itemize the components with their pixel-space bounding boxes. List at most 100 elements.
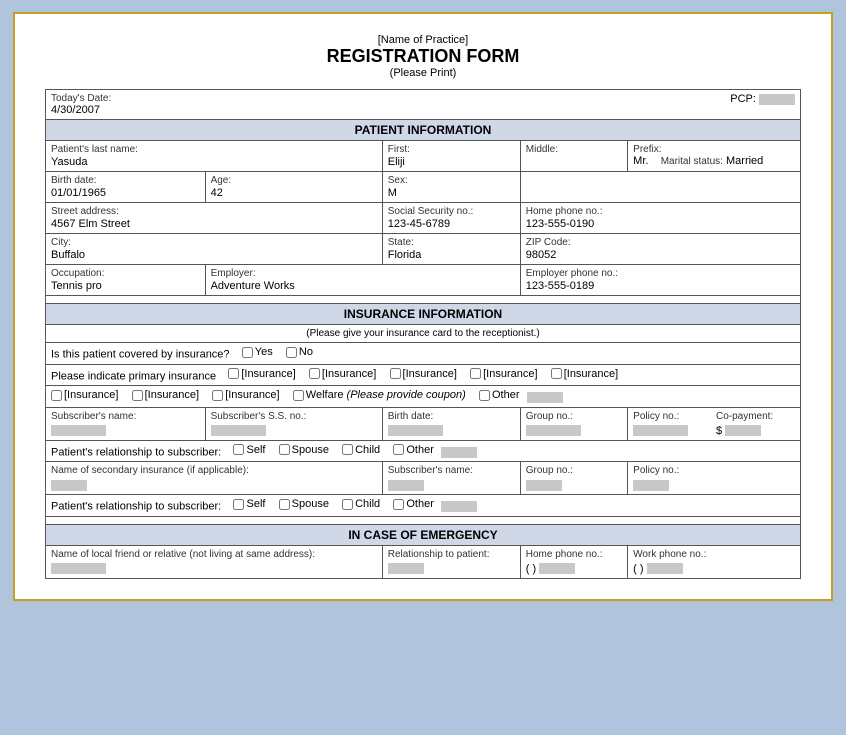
group-no2-label: Group no.: xyxy=(526,465,622,476)
relationship-label: Patient's relationship to subscriber: xyxy=(51,446,221,458)
ins-chk-4[interactable] xyxy=(470,368,481,379)
insurance-header: INSURANCE INFORMATION xyxy=(46,304,801,325)
child2-checkbox[interactable] xyxy=(342,499,353,510)
no-checkbox[interactable] xyxy=(286,347,297,358)
emergency-work-format: ( ) xyxy=(633,563,643,575)
street-value: 4567 Elm Street xyxy=(51,218,377,230)
group-no-box xyxy=(526,425,581,436)
spacer-row xyxy=(46,296,801,304)
spouse2-label: Spouse xyxy=(292,498,329,510)
last-name-value: Yasuda xyxy=(51,156,377,168)
welfare-label: Welfare xyxy=(306,389,344,401)
emergency-name-box xyxy=(51,563,106,574)
zip-value: 98052 xyxy=(526,249,795,261)
age-label: Age: xyxy=(211,175,377,186)
state-value: Florida xyxy=(388,249,515,261)
other-value-box xyxy=(527,392,563,403)
other2-label: Other xyxy=(406,444,434,456)
emergency-header-row: IN CASE OF EMERGENCY xyxy=(46,524,801,545)
covered-row: Is this patient covered by insurance? Ye… xyxy=(46,343,801,365)
other2-checkbox-item[interactable]: Other xyxy=(393,444,434,456)
relationship-row2: Patient's relationship to subscriber: Se… xyxy=(46,495,801,517)
no-checkbox-item[interactable]: No xyxy=(286,346,313,358)
pcp-value xyxy=(759,94,795,105)
state-label: State: xyxy=(388,237,515,248)
secondary-box xyxy=(51,480,87,491)
policy-no2-box xyxy=(633,480,669,491)
primary-insurance-row: Please indicate primary insurance [Insur… xyxy=(46,364,801,386)
practice-name: [Name of Practice] xyxy=(45,34,801,46)
self2-label: Self xyxy=(246,498,265,510)
main-form-table: Today's Date: 4/30/2007 PCP: PATIENT INF… xyxy=(45,89,801,579)
ins-chk-8[interactable] xyxy=(212,390,223,401)
self-checkbox-item[interactable]: Self xyxy=(233,444,265,456)
spouse2-checkbox[interactable] xyxy=(279,499,290,510)
other-checkbox[interactable] xyxy=(479,390,490,401)
other-checkbox-item[interactable]: Other xyxy=(479,389,520,401)
ins-chk-7[interactable] xyxy=(132,390,143,401)
ins-chk-2[interactable] xyxy=(309,368,320,379)
ins-chk-1[interactable] xyxy=(228,368,239,379)
page-wrapper: [Name of Practice] REGISTRATION FORM (Pl… xyxy=(13,12,833,601)
covered-label: Is this patient covered by insurance? xyxy=(51,349,230,361)
other3-checkbox[interactable] xyxy=(393,499,404,510)
middle-value xyxy=(526,156,622,168)
insurance-opt-8[interactable]: [Insurance] xyxy=(212,389,279,401)
ins-chk-6[interactable] xyxy=(51,390,62,401)
primary-label: Please indicate primary insurance xyxy=(51,370,216,382)
spouse-checkbox[interactable] xyxy=(279,444,290,455)
employer-phone-value: 123-555-0189 xyxy=(526,280,795,292)
emergency-home-format: ( ) xyxy=(526,563,536,575)
other3-label: Other xyxy=(406,498,434,510)
other2-checkbox[interactable] xyxy=(393,444,404,455)
child-checkbox[interactable] xyxy=(342,444,353,455)
occupation-value: Tennis pro xyxy=(51,280,200,292)
city-label: City: xyxy=(51,237,377,248)
prefix-label: Prefix: xyxy=(633,144,795,155)
ins-birth-label: Birth date: xyxy=(388,411,515,422)
spouse-checkbox-item[interactable]: Spouse xyxy=(279,444,329,456)
insurance-opt-3[interactable]: [Insurance] xyxy=(390,368,457,380)
yes-checkbox[interactable] xyxy=(242,347,253,358)
ins-birth-box xyxy=(388,425,443,436)
name-row: Patient's last name: Yasuda First: Eliji… xyxy=(46,141,801,172)
subscriber-row: Subscriber's name: Subscriber's S.S. no.… xyxy=(46,407,801,440)
other3-checkbox-item[interactable]: Other xyxy=(393,498,434,510)
insurance-opt-4[interactable]: [Insurance] xyxy=(470,368,537,380)
date-label: Today's Date: xyxy=(51,93,515,104)
welfare-note: (Please provide coupon) xyxy=(347,389,466,401)
ins-chk-3[interactable] xyxy=(390,368,401,379)
subscriber-name-label: Subscriber's name: xyxy=(51,411,200,422)
no-label: No xyxy=(299,346,313,358)
welfare-checkbox-item[interactable]: Welfare (Please provide coupon) xyxy=(293,389,466,401)
street-label: Street address: xyxy=(51,206,377,217)
group-no-label: Group no.: xyxy=(526,411,622,422)
spouse2-checkbox-item[interactable]: Spouse xyxy=(279,498,329,510)
self2-checkbox[interactable] xyxy=(233,499,244,510)
subscriber-ss-box xyxy=(211,425,266,436)
insurance-opt-6[interactable]: [Insurance] xyxy=(51,389,118,401)
insurance-opt-7[interactable]: [Insurance] xyxy=(132,389,199,401)
insurance-opt-5[interactable]: [Insurance] xyxy=(551,368,618,380)
welfare-checkbox[interactable] xyxy=(293,390,304,401)
print-note: (Please Print) xyxy=(45,67,801,79)
sub-name2-box xyxy=(388,480,424,491)
insurance-opt-1[interactable]: [Insurance] xyxy=(228,368,295,380)
child-checkbox-item[interactable]: Child xyxy=(342,444,380,456)
marital-value: Married xyxy=(726,155,763,167)
emergency-home-box xyxy=(539,563,575,574)
spacer-row2 xyxy=(46,516,801,524)
child2-checkbox-item[interactable]: Child xyxy=(342,498,380,510)
birth-label: Birth date: xyxy=(51,175,200,186)
self-checkbox[interactable] xyxy=(233,444,244,455)
ssn-label: Social Security no.: xyxy=(388,206,515,217)
yes-label: Yes xyxy=(255,346,273,358)
relationship2-label: Patient's relationship to subscriber: xyxy=(51,501,221,513)
birth-value: 01/01/1965 xyxy=(51,187,200,199)
yes-checkbox-item[interactable]: Yes xyxy=(242,346,273,358)
ins-chk-5[interactable] xyxy=(551,368,562,379)
self2-checkbox-item[interactable]: Self xyxy=(233,498,265,510)
employer-phone-label: Employer phone no.: xyxy=(526,268,795,279)
insurance-opt-2[interactable]: [Insurance] xyxy=(309,368,376,380)
employer-label: Employer: xyxy=(211,268,515,279)
